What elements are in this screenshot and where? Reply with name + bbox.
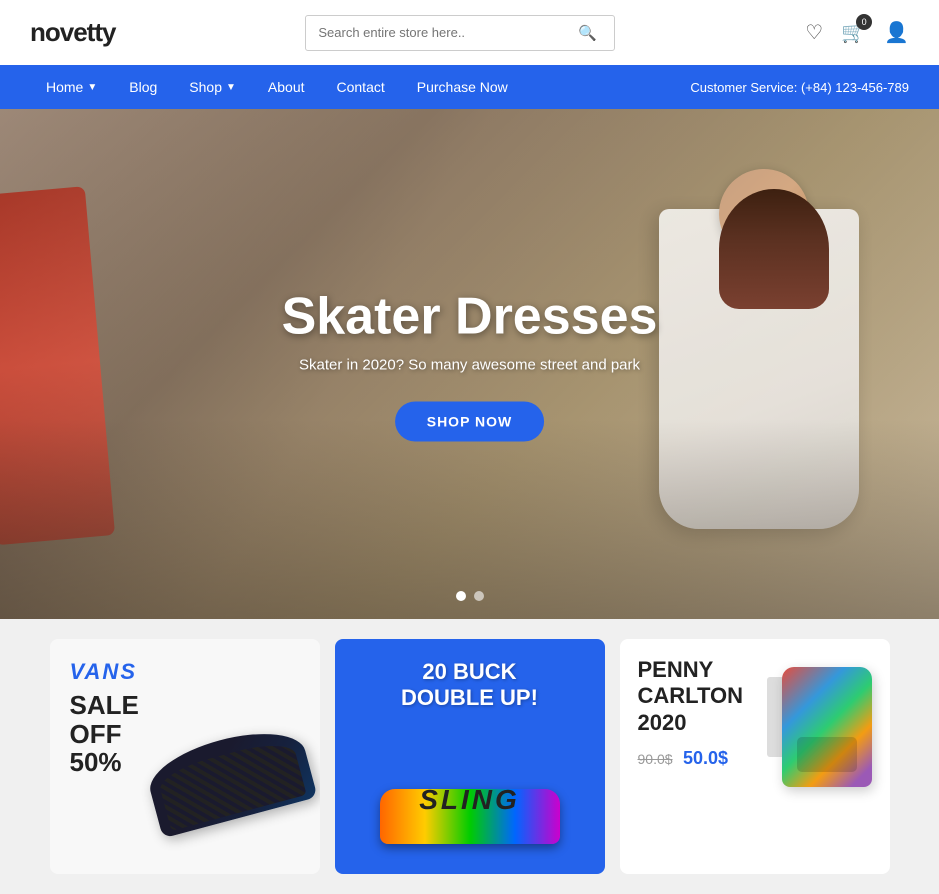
nav-purchase-now[interactable]: Purchase Now: [401, 65, 524, 109]
chevron-down-icon: ▼: [87, 82, 97, 93]
header-icons: ♡ 🛒 0 👤: [805, 20, 909, 45]
search-button[interactable]: 🔍: [566, 16, 609, 50]
shop-now-button[interactable]: SHOP NOW: [395, 402, 545, 442]
penny-title: PENNY CARLTON 2020: [638, 657, 762, 736]
navigation: Home ▼ Blog Shop ▼ About Contact Purchas…: [0, 65, 939, 109]
hero-subtitle: Skater in 2020? So many awesome street a…: [282, 357, 658, 374]
hero-title: Skater Dresses: [282, 287, 658, 347]
hero-bottom-overlay: [0, 419, 939, 619]
hero-dot-2[interactable]: [474, 591, 484, 601]
skateboard-text: SLING: [380, 784, 560, 816]
cart-button[interactable]: 🛒 0: [841, 20, 866, 45]
chevron-down-icon: ▼: [226, 82, 236, 93]
nav-about[interactable]: About: [252, 65, 321, 109]
shoe-checkerboard: [155, 737, 306, 831]
penny-card[interactable]: PENNY CARLTON 2020 90.0$ 50.0$: [620, 639, 890, 874]
hero-hair-shape: [719, 189, 829, 309]
penny-text-area: PENNY CARLTON 2020 90.0$ 50.0$: [638, 657, 762, 769]
vans-shoe-image: [150, 739, 310, 859]
wishlist-button[interactable]: ♡: [805, 20, 823, 45]
hero-dot-1[interactable]: [456, 591, 466, 601]
hero-banner: Skater Dresses Skater in 2020? So many a…: [0, 109, 939, 619]
nav-left: Home ▼ Blog Shop ▼ About Contact Purchas…: [30, 65, 524, 109]
buck-card[interactable]: 20 BUCK DOUBLE UP! SLING: [335, 639, 605, 874]
buck-title: 20 BUCK DOUBLE UP!: [401, 659, 538, 712]
account-button[interactable]: 👤: [884, 20, 909, 45]
skateboard-shape: SLING: [380, 789, 560, 844]
vans-card[interactable]: VANS SALE OFF 50%: [50, 639, 320, 874]
hero-content: Skater Dresses Skater in 2020? So many a…: [282, 287, 658, 442]
customer-service: Customer Service: (+84) 123-456-789: [690, 80, 909, 95]
cart-badge: 0: [856, 14, 872, 30]
backpack-pocket: [797, 737, 857, 772]
backpack-body: [782, 667, 872, 787]
skateboard-image-area: SLING: [370, 734, 570, 864]
logo: novetty: [30, 17, 115, 48]
nav-home[interactable]: Home ▼: [30, 65, 113, 109]
search-input[interactable]: [306, 17, 566, 48]
header: novetty 🔍 ♡ 🛒 0 👤: [0, 0, 939, 65]
penny-old-price: 90.0$: [638, 751, 673, 767]
nav-shop[interactable]: Shop ▼: [173, 65, 252, 109]
search-icon: 🔍: [578, 25, 597, 42]
nav-contact[interactable]: Contact: [321, 65, 401, 109]
account-icon: 👤: [884, 22, 909, 44]
backpack-image-area: [762, 657, 872, 817]
penny-new-price: 50.0$: [683, 748, 728, 768]
hero-dots: [456, 591, 484, 601]
search-bar: 🔍: [305, 15, 615, 51]
penny-price-area: 90.0$ 50.0$: [638, 748, 762, 769]
heart-icon: ♡: [805, 22, 823, 44]
nav-blog[interactable]: Blog: [113, 65, 173, 109]
product-cards-section: VANS SALE OFF 50% 20 BUCK DOUBLE UP! SLI…: [0, 619, 939, 894]
vans-brand-logo: VANS: [70, 659, 300, 685]
